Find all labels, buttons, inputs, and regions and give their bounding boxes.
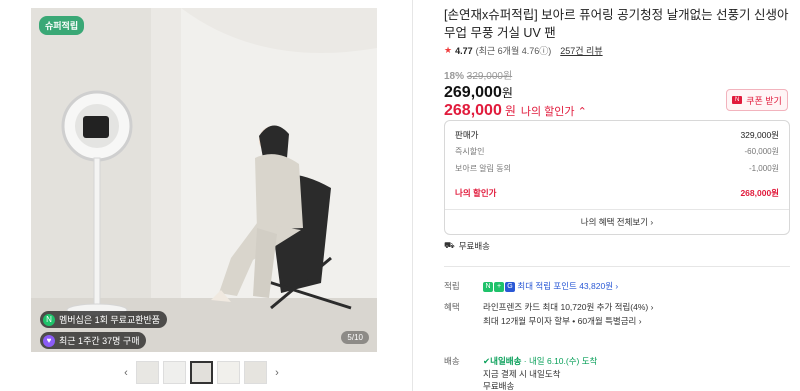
breakdown-value: 329,000원 [740, 130, 779, 140]
rating-row: ★ 4.77 (최근 6개월 4.76ⓘ) 257건 리뷰 [444, 44, 790, 57]
all-benefits-link[interactable]: 나의 혜택 전체보기 › [445, 216, 789, 228]
coupon-button[interactable]: N 쿠폰 받기 [726, 89, 788, 111]
prev-thumb-arrow-icon[interactable]: ‹ [120, 367, 132, 379]
breakdown-my-label: 나의 할인가 [455, 188, 497, 198]
rating-score: 4.77 [455, 45, 473, 56]
benefit-label: 혜택 [444, 302, 460, 312]
delivery-label: 배송 [444, 356, 460, 366]
recent-purchases-pill: ♥ 최근 1주간 37명 구매 [40, 332, 147, 349]
tomorrow-delivery-text: 내일배송 [490, 356, 522, 366]
image-page-counter: 5/10 [341, 331, 369, 344]
thumbnail-strip: ‹ › [120, 361, 283, 384]
delivery-line3: 무료배송 [483, 381, 515, 391]
thumbnail[interactable] [244, 361, 267, 384]
free-shipping-text: 무료배송 [458, 241, 490, 251]
points-row[interactable]: N + G 최대 적립 포인트 43,820원 › [483, 280, 618, 292]
breakdown-value: -60,000원 [744, 147, 780, 156]
breakdown-label: 즉시할인 [455, 147, 485, 156]
breakdown-divider [445, 209, 789, 210]
thumbnail[interactable] [217, 361, 240, 384]
benefit-installment-line[interactable]: 최대 12개월 무이자 할부 • 60개월 특별금리 › [483, 315, 642, 327]
my-price-value: 268,000 [444, 102, 502, 119]
original-price: 329,000원 [466, 71, 513, 82]
sale-price-value: 269,000 [444, 84, 502, 101]
delivery-line1: ✔내일배송 · 내일 6.10.(수) 도착 [483, 355, 597, 367]
npay-icon: N + G [483, 281, 515, 292]
column-divider [412, 0, 413, 391]
delivery-date: · 내일 6.10.(수) 도착 [523, 356, 598, 366]
membership-icon: N [43, 313, 55, 326]
thumbnail[interactable] [163, 361, 186, 384]
my-price-unit: 원 [504, 104, 516, 118]
price-breakdown-box: 판매가 329,000원 즉시할인 -60,000원 보아르 알림 동의 -1,… [444, 120, 790, 235]
points-text: 최대 적립 포인트 43,820원 › [517, 281, 619, 291]
coupon-icon: N [732, 96, 743, 104]
product-title: [손연재x슈퍼적립] 보아르 퓨어링 공기청정 날개없는 선풍기 신생아 무업 … [444, 8, 789, 40]
next-thumb-arrow-icon[interactable]: › [271, 367, 283, 379]
free-shipping-row: ⛟ 무료배송 [444, 240, 490, 252]
delivery-line2: 지금 결제 시 내일도착 [483, 369, 561, 379]
breakdown-label: 판매가 [455, 130, 479, 140]
product-image-gallery[interactable]: 슈퍼적립 N 멤버십은 1회 무료교환반품 ♥ 최근 1주간 37명 구매 5/… [31, 8, 377, 352]
truck-icon: ⛟ [444, 240, 455, 250]
my-price-label: 나의 할인가 ⌃ [520, 106, 587, 118]
membership-pill-text: 멤버십은 1회 무료교환반품 [59, 315, 161, 325]
benefit-card-line[interactable]: 라인프렌즈 카드 최대 10,720원 추가 적립(4%) › [483, 301, 653, 313]
breakdown-row: 즉시할인 -60,000원 [455, 146, 779, 157]
cart-icon: ♥ [43, 334, 55, 347]
breakdown-label: 보아르 알림 동의 [455, 164, 511, 173]
star-icon: ★ [444, 45, 453, 55]
breakdown-my-value: 268,000원 [740, 188, 779, 198]
points-label: 적립 [444, 281, 460, 291]
recent-purchases-text: 최근 1주간 37명 구매 [59, 336, 140, 346]
thumbnail-active[interactable] [190, 361, 213, 384]
breakdown-row: 보아르 알림 동의 -1,000원 [455, 163, 779, 174]
breakdown-my-price-row: 나의 할인가 268,000원 [455, 187, 779, 199]
product-photo [31, 8, 377, 352]
tomorrow-delivery-tag: ✔내일배송 [483, 355, 521, 367]
reviews-link[interactable]: 257건 리뷰 [560, 44, 602, 57]
rating-sub[interactable]: (최근 6개월 4.76ⓘ) [476, 44, 552, 57]
breakdown-value: -1,000원 [748, 164, 779, 173]
breakdown-row: 판매가 329,000원 [455, 129, 779, 141]
discount-row: 18% 329,000원 [444, 67, 790, 82]
coupon-button-label: 쿠폰 받기 [746, 95, 782, 106]
super-points-badge: 슈퍼적립 [39, 16, 85, 35]
discount-percent: 18% [444, 71, 465, 82]
section-divider [444, 266, 790, 267]
membership-return-pill[interactable]: N 멤버십은 1회 무료교환반품 [40, 311, 168, 328]
thumbnail[interactable] [136, 361, 159, 384]
sale-price-unit: 원 [501, 86, 513, 100]
